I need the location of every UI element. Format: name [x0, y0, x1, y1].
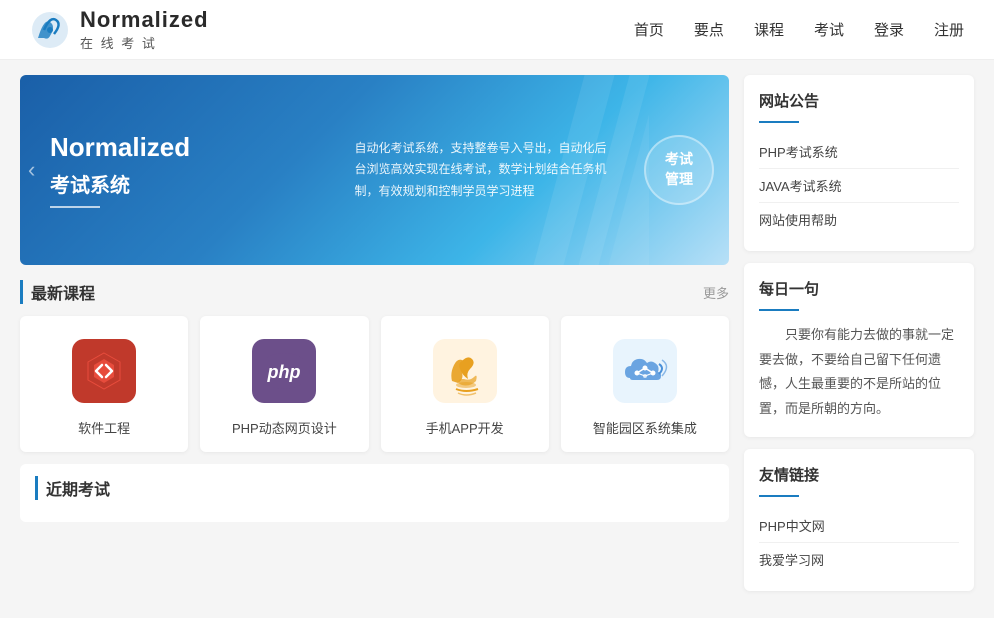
announcement-link-2[interactable]: 网站使用帮助: [759, 203, 959, 236]
nav-keypoints[interactable]: 要点: [694, 19, 724, 40]
banner-divider: [50, 206, 100, 208]
nav-register[interactable]: 注册: [934, 19, 964, 40]
courses-section: 最新课程 更多: [20, 280, 729, 452]
banner-badge: 考试 管理: [644, 135, 714, 205]
announcement-divider: [759, 121, 799, 123]
main-container: ‹ Normalized 考试系统 自动化考试系统，支持整卷号入号出，自动化后台…: [0, 60, 994, 618]
logo-text-area: Normalized 在 线 考 试: [80, 7, 209, 52]
hero-banner: ‹ Normalized 考试系统 自动化考试系统，支持整卷号入号出，自动化后台…: [20, 75, 729, 265]
banner-deco: [529, 75, 649, 265]
course-icon-software: [69, 336, 139, 406]
course-name-iot: 智能园区系统集成: [576, 418, 714, 437]
iot-icon: [613, 339, 677, 403]
friends-card: 友情链接 PHP中文网 我爱学习网: [744, 449, 974, 591]
nav-courses[interactable]: 课程: [754, 19, 784, 40]
course-card-software[interactable]: 软件工程: [20, 316, 188, 452]
courses-section-header: 最新课程 更多: [20, 280, 729, 304]
logo-title: Normalized: [80, 7, 209, 33]
php-icon: php: [252, 339, 316, 403]
announcement-card: 网站公告 PHP考试系统 JAVA考试系统 网站使用帮助: [744, 75, 974, 251]
course-icon-java: [430, 336, 500, 406]
friend-link-1[interactable]: 我爱学习网: [759, 543, 959, 576]
svg-text:php: php: [267, 362, 301, 382]
banner-badge-text: 考试 管理: [665, 150, 693, 189]
course-icon-iot: [610, 336, 680, 406]
nav-exam[interactable]: 考试: [814, 19, 844, 40]
logo-subtitle: 在 线 考 试: [80, 33, 209, 52]
friends-title: 友情链接: [759, 464, 959, 485]
software-icon: [72, 339, 136, 403]
recent-exams-section: 近期考试: [20, 464, 729, 522]
left-column: ‹ Normalized 考试系统 自动化考试系统，支持整卷号入号出，自动化后台…: [20, 75, 744, 603]
courses-section-title: 最新课程: [20, 280, 95, 304]
banner-sub-title: 考试系统: [50, 169, 305, 198]
nav-home[interactable]: 首页: [634, 19, 664, 40]
friend-link-0[interactable]: PHP中文网: [759, 509, 959, 543]
daily-quote-title: 每日一句: [759, 278, 959, 299]
main-nav: 首页 要点 课程 考试 登录 注册: [634, 19, 964, 40]
course-card-php[interactable]: php PHP动态网页设计: [200, 316, 368, 452]
daily-quote-card: 每日一句 只要你有能力去做的事就一定要去做，不要给自己留下任何遗憾，人生最重要的…: [744, 263, 974, 437]
friends-divider: [759, 495, 799, 497]
logo-area: Normalized 在 线 考 试: [30, 7, 209, 52]
right-sidebar: 网站公告 PHP考试系统 JAVA考试系统 网站使用帮助 每日一句 只要你有能力…: [744, 75, 974, 603]
announcement-link-0[interactable]: PHP考试系统: [759, 135, 959, 169]
course-card-java[interactable]: 手机APP开发: [381, 316, 549, 452]
course-card-iot[interactable]: 智能园区系统集成: [561, 316, 729, 452]
banner-main-title: Normalized: [50, 132, 305, 163]
daily-divider: [759, 309, 799, 311]
header: Normalized 在 线 考 试 首页 要点 课程 考试 登录 注册: [0, 0, 994, 60]
logo-icon: [30, 10, 70, 50]
course-icon-php: php: [249, 336, 319, 406]
courses-grid: 软件工程 php PHP动态网页设计: [20, 316, 729, 452]
nav-login[interactable]: 登录: [874, 19, 904, 40]
banner-text: Normalized 考试系统: [20, 107, 335, 233]
java-icon: [433, 339, 497, 403]
recent-exams-title: 近期考试: [35, 476, 714, 500]
announcement-link-1[interactable]: JAVA考试系统: [759, 169, 959, 203]
course-name-software: 软件工程: [35, 418, 173, 437]
daily-quote-text: 只要你有能力去做的事就一定要去做，不要给自己留下任何遗憾，人生最重要的不是所站的…: [759, 323, 959, 422]
courses-more-link[interactable]: 更多: [703, 283, 729, 302]
course-name-php: PHP动态网页设计: [215, 418, 353, 437]
announcement-title: 网站公告: [759, 90, 959, 111]
course-name-java: 手机APP开发: [396, 418, 534, 437]
banner-prev-button[interactable]: ‹: [28, 157, 35, 183]
